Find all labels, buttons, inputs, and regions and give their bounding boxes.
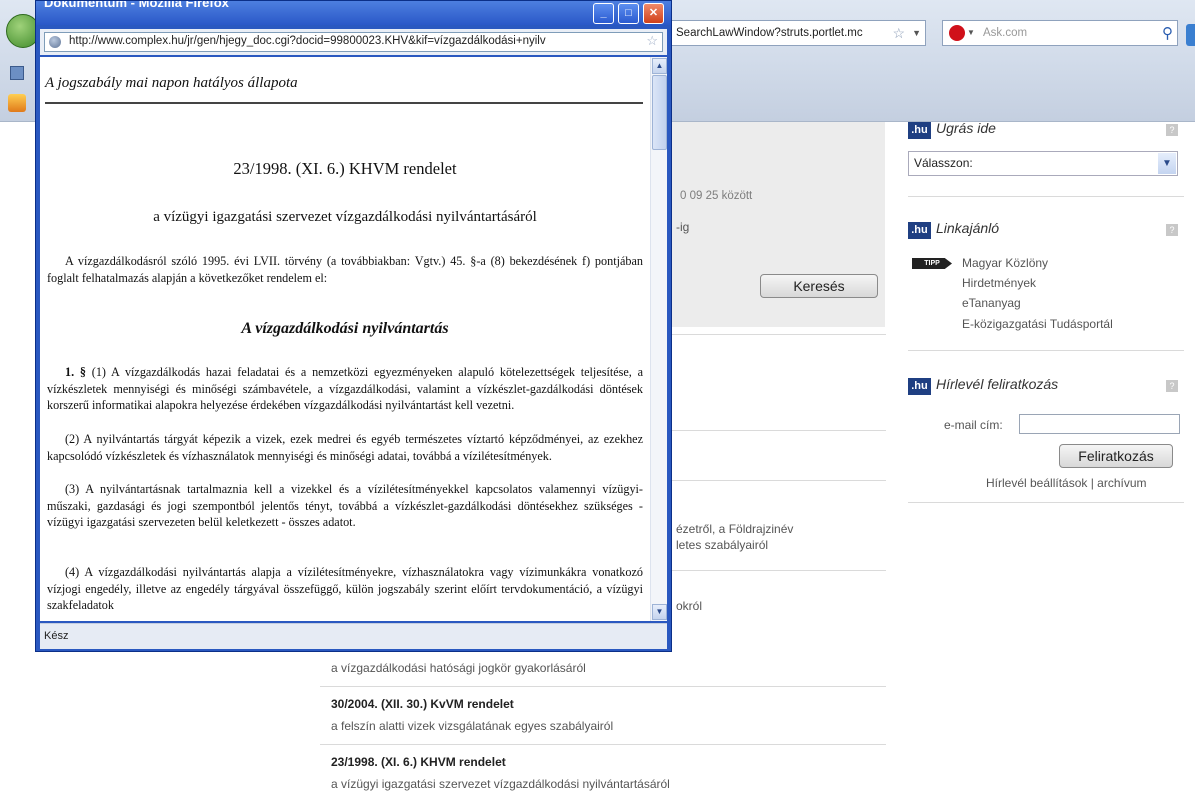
url-dropdown-icon[interactable]: ▼	[912, 21, 921, 45]
popup-title: Dokumentum - Mozilla Firefox	[44, 1, 229, 10]
document-status-line: A jogszabály mai napon hatályos állapota	[45, 75, 298, 91]
close-button[interactable]: ✕	[643, 3, 664, 24]
help-icon[interactable]: ?	[1166, 380, 1178, 392]
maximize-button[interactable]: □	[618, 3, 639, 24]
popup-document-view: A jogszabály mai napon hatályos állapota…	[40, 57, 667, 621]
hu-badge: .hu	[908, 378, 931, 395]
divider	[672, 570, 886, 571]
divider	[672, 334, 886, 335]
popup-statusbar: Kész	[40, 623, 667, 649]
document-paragraph-4: (4) A vízgazdálkodási nyilvántartás alap…	[47, 565, 643, 613]
divider	[672, 430, 886, 431]
minimize-button[interactable]: _	[593, 3, 614, 24]
jump-select[interactable]: Válasszon: ▼	[908, 151, 1178, 176]
document-rule	[45, 102, 643, 104]
paragraph-number: 1. §	[65, 365, 86, 379]
tab-favicon-icon[interactable]	[8, 94, 26, 112]
site-identity-icon[interactable]	[49, 36, 61, 48]
popup-navigation-bar: http://www.complex.hu/jr/gen/hjegy_doc.c…	[40, 29, 667, 55]
search-placeholder: Ask.com	[983, 27, 1028, 39]
newsletter-settings-link[interactable]: Hírlevél beállítások | archívum	[986, 476, 1147, 490]
link-magyar-kozlony[interactable]: Magyar Közlöny	[962, 256, 1048, 270]
link-etananyag[interactable]: eTananyag	[962, 296, 1021, 310]
search-icon[interactable]: ⚲	[1162, 22, 1173, 46]
vertical-scrollbar[interactable]: ▲ ▼	[650, 57, 667, 621]
jump-box-header: .hu Ugrás ide ?	[908, 118, 1184, 144]
divider	[320, 686, 886, 687]
result-description: a vízügyi igazgatási szervezet vízgazdál…	[331, 777, 670, 791]
newsletter-box-title: Hírlevél feliratkozás	[936, 376, 1059, 392]
document-paragraph-3: (3) A nyilvántartásnak tartalmaznia kell…	[47, 482, 643, 530]
scroll-up-icon[interactable]: ▲	[652, 58, 667, 74]
email-label: e-mail cím:	[944, 418, 1003, 432]
background-url-bar[interactable]: SearchLawWindow?struts.portlet.mc ☆ ▼	[668, 20, 926, 46]
document-subtitle: a vízügyi igazgatási szervezet vízgazdál…	[153, 209, 537, 225]
browser-search-bar[interactable]: ▼ Ask.com ⚲	[942, 20, 1178, 46]
jump-select-value: Válasszon:	[914, 156, 973, 170]
jump-box-title: Ugrás ide	[936, 120, 996, 136]
date-range-text: 0 09 25 között	[680, 190, 753, 202]
tipp-tag: TIPP	[912, 258, 952, 269]
background-url-text: SearchLawWindow?struts.portlet.mc	[676, 27, 863, 39]
hu-badge: .hu	[908, 222, 931, 239]
divider	[672, 480, 886, 481]
document-popup-window: Dokumentum - Mozilla Firefox _ □ ✕ http:…	[35, 0, 672, 652]
document-paragraph-1: 1. § (1) A vízgazdálkodás hazai feladata…	[47, 364, 643, 414]
popup-url-field[interactable]: http://www.complex.hu/jr/gen/hjegy_doc.c…	[44, 32, 663, 52]
help-icon[interactable]: ?	[1166, 224, 1178, 236]
divider	[908, 502, 1184, 503]
help-icon[interactable]: ?	[1166, 124, 1178, 136]
document-paragraph-2: (2) A nyilvántartás tárgyát képezik a vi…	[47, 432, 643, 463]
toolbar-edge-icon[interactable]	[1186, 24, 1195, 46]
document-section-heading: A vízgazdálkodási nyilvántartás	[241, 320, 449, 337]
date-suffix: -ig	[670, 217, 690, 237]
divider	[908, 196, 1184, 197]
search-button[interactable]: Keresés	[760, 274, 878, 298]
links-box-header: .hu Linkajánló ?	[908, 218, 1184, 244]
result-partial-line: letes szabályairól	[676, 538, 769, 552]
result-partial-line: okról	[676, 599, 703, 613]
bookmark-star-icon[interactable]: ☆	[646, 33, 658, 49]
search-engine-selector[interactable]: ▼	[947, 24, 975, 42]
popup-url-text: http://www.complex.hu/jr/gen/hjegy_doc.c…	[69, 35, 546, 47]
link-hirdetmenyek[interactable]: Hirdetmények	[962, 276, 1036, 290]
chevron-down-icon: ▼	[967, 28, 975, 37]
newsletter-box-header: .hu Hírlevél feliratkozás ?	[908, 374, 1184, 400]
hu-badge: .hu	[908, 122, 931, 139]
result-title-link[interactable]: 30/2004. (XII. 30.) KvVM rendelet	[331, 697, 514, 711]
result-title-link[interactable]: 23/1998. (XI. 6.) KHVM rendelet	[331, 755, 506, 769]
ask-engine-icon	[949, 25, 965, 41]
result-partial-line: ézetről, a Földrajzinév	[676, 522, 794, 536]
scrollbar-thumb[interactable]	[652, 75, 667, 150]
links-box-title: Linkajánló	[936, 220, 1000, 236]
scroll-down-icon[interactable]: ▼	[652, 604, 667, 620]
chevron-down-icon[interactable]: ▼	[1158, 153, 1176, 174]
result-description: a vízgazdálkodási hatósági jogkör gyakor…	[331, 661, 586, 675]
divider	[908, 350, 1184, 351]
link-tudasportal[interactable]: E-közigazgatási Tudásportál	[962, 317, 1113, 331]
result-description: a felszín alatti vizek vizsgálatának egy…	[331, 719, 614, 733]
document-title: 23/1998. (XI. 6.) KHVM rendelet	[233, 159, 457, 178]
bookmark-star-icon[interactable]: ☆	[892, 21, 905, 45]
subscribe-button[interactable]: Feliratkozás	[1059, 444, 1173, 468]
document-preamble: A vízgazdálkodásról szóló 1995. évi LVII…	[47, 254, 643, 285]
bookmark-folder-icon[interactable]	[10, 66, 24, 80]
email-field[interactable]	[1019, 414, 1180, 434]
popup-titlebar[interactable]: Dokumentum - Mozilla Firefox _ □ ✕	[36, 1, 671, 25]
paragraph-text: (1) A vízgazdálkodás hazai feladatai és …	[47, 365, 644, 413]
status-text: Kész	[44, 630, 69, 642]
divider	[320, 744, 886, 745]
